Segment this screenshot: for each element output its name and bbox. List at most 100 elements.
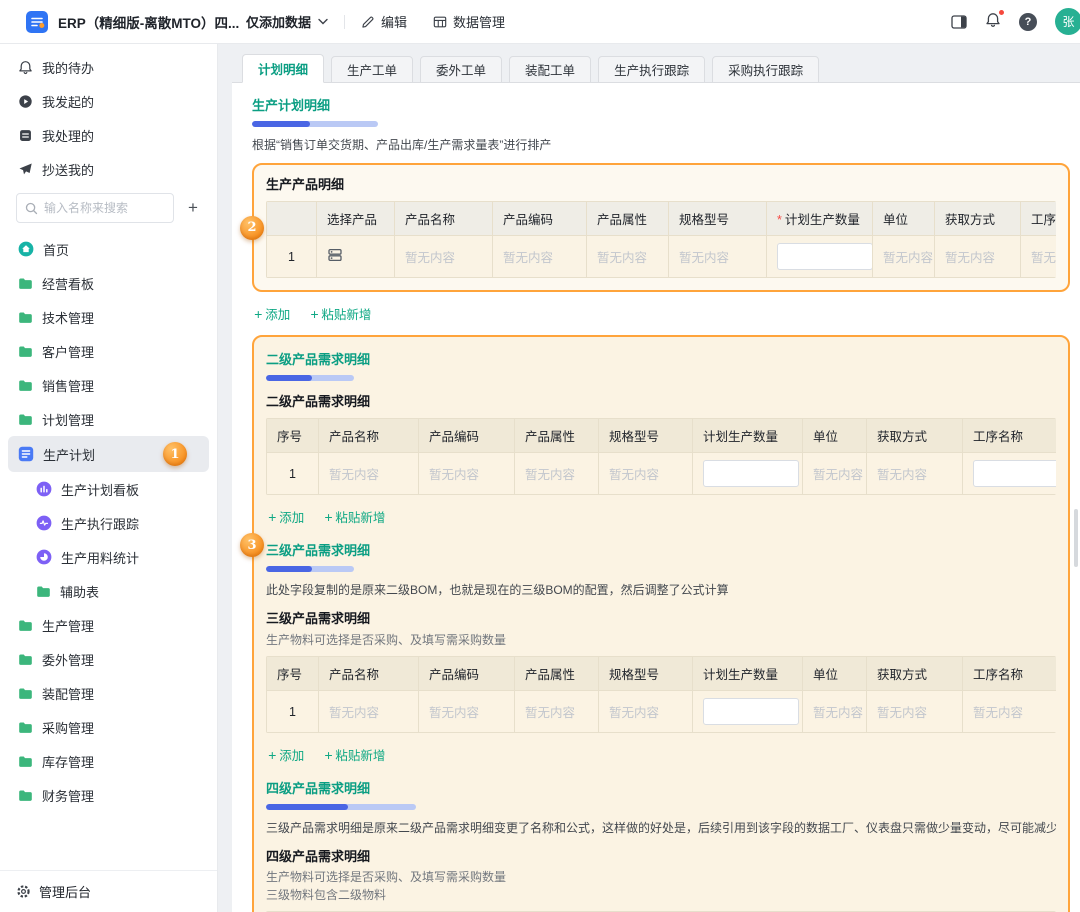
add-data-mode-button[interactable]: 仅添加数据 — [246, 12, 328, 31]
plus-icon — [324, 509, 332, 525]
tab-outsource-order[interactable]: 委外工单 — [420, 56, 502, 83]
col-header: 计划生产数量 — [693, 419, 803, 453]
paste-add-button[interactable]: 粘贴新增 — [324, 745, 385, 764]
cell-empty: 暂无内容 — [935, 236, 1021, 278]
plan-products-table: 选择产品 产品名称 产品编码 产品属性 规格型号 *计划生产数量 单位 获取方式… — [266, 201, 1056, 278]
search-icon — [25, 202, 38, 215]
paste-add-label: 粘贴新增 — [335, 507, 385, 526]
cell-empty: 暂无内容 — [419, 453, 515, 495]
add-row-button[interactable]: 添加 — [268, 745, 304, 764]
sidebar-item-outsource-manage[interactable]: 委外管理 — [0, 642, 217, 676]
tab-assembly-order[interactable]: 装配工单 — [509, 56, 591, 83]
sidebar-item-sales-manage[interactable]: 销售管理 — [0, 368, 217, 402]
sidebar: 我的待办 我发起的 我处理的 抄送我的 — [0, 44, 218, 912]
paste-add-button[interactable]: 粘贴新增 — [324, 507, 385, 526]
l3-actions: 添加 粘贴新增 — [268, 745, 1054, 764]
sidebar-item-finance-manage[interactable]: 财务管理 — [0, 778, 217, 812]
cell-empty: 暂无内容 — [963, 691, 1057, 733]
topbar-actions: 仅添加数据 编辑 数据管理 — [246, 12, 531, 31]
sidebar-item-tech-manage[interactable]: 技术管理 — [0, 300, 217, 334]
col-header: 规格型号 — [669, 202, 767, 236]
sidebar-item-my-todo[interactable]: 我的待办 — [0, 50, 217, 84]
data-manage-button[interactable]: 数据管理 — [433, 12, 505, 31]
folder-icon — [18, 687, 33, 700]
sidebar-item-business-dashboard[interactable]: 经营看板 — [0, 266, 217, 300]
col-header: 单位 — [803, 657, 867, 691]
cell-empty: 暂无内容 — [515, 691, 599, 733]
sidebar-item-label: 销售管理 — [42, 376, 94, 395]
sidebar-item-inventory-manage[interactable]: 库存管理 — [0, 744, 217, 778]
panel-toggle-icon[interactable] — [951, 15, 967, 29]
l2-qty-input[interactable] — [703, 460, 799, 487]
sidebar-item-assembly-manage[interactable]: 装配管理 — [0, 676, 217, 710]
tab-production-order[interactable]: 生产工单 — [331, 56, 413, 83]
cell-empty: 暂无内容 — [515, 453, 599, 495]
sidebar-item-label: 技术管理 — [42, 308, 94, 327]
add-new-button[interactable] — [181, 196, 205, 220]
folder-icon — [18, 653, 33, 666]
sidebar-item-label: 财务管理 — [42, 786, 94, 805]
edit-button[interactable]: 编辑 — [361, 12, 407, 31]
plan-qty-input[interactable] — [777, 243, 873, 270]
sidebar-item-plan-manage[interactable]: 计划管理 — [0, 402, 217, 436]
plus-icon — [254, 306, 262, 322]
cell-row-number: 1 — [267, 453, 319, 495]
search-box[interactable] — [16, 193, 174, 223]
cell-row-number: 1 — [267, 236, 317, 278]
table-row: 1 暂无内容 暂无内容 暂无内容 暂无内容 暂无内容 暂无内容 暂无内容 — [267, 691, 1057, 733]
sidebar-item-production-manage[interactable]: 生产管理 — [0, 608, 217, 642]
sidebar-item-plan-kanban[interactable]: 生产计划看板 — [0, 472, 217, 506]
paste-add-button[interactable]: 粘贴新增 — [310, 304, 371, 323]
tab-plan-detail[interactable]: 计划明细 — [242, 54, 324, 83]
scrollbar-thumb[interactable] — [1074, 509, 1078, 567]
section-title-l2: 二级产品需求明细 — [266, 349, 1056, 368]
l2-actions: 添加 粘贴新增 — [268, 507, 1054, 526]
sidebar-search-row — [0, 186, 217, 232]
col-header: 产品属性 — [587, 202, 669, 236]
add-row-button[interactable]: 添加 — [254, 304, 290, 323]
sidebar-item-cc-to-me[interactable]: 抄送我的 — [0, 152, 217, 186]
cell-empty: 暂无内容 — [867, 691, 963, 733]
sidebar-item-purchase-manage[interactable]: 采购管理 — [0, 710, 217, 744]
mode-button-label: 仅添加数据 — [246, 12, 311, 31]
tab-exec-tracking[interactable]: 生产执行跟踪 — [598, 56, 705, 83]
subform-note1-l4: 生产物料可选择是否采购、及填写需采购数量 — [266, 868, 1056, 885]
add-row-button[interactable]: 添加 — [268, 507, 304, 526]
avatar[interactable]: 张 — [1055, 8, 1080, 35]
cell-empty: 暂无内容 — [319, 453, 419, 495]
sidebar-item-material-stats[interactable]: 生产用料统计 — [0, 540, 217, 574]
cell-empty: 暂无内容 — [873, 236, 935, 278]
col-header: 工序名称 — [963, 419, 1057, 453]
col-header: 产品编码 — [493, 202, 587, 236]
col-header: 产品编码 — [419, 657, 515, 691]
sidebar-item-aux-tables[interactable]: 辅助表 — [0, 574, 217, 608]
form-panel: 生产计划明细 根据“销售订单交货期、产品出库/生产需求量表”进行排产 2 生产产… — [232, 82, 1080, 912]
col-header: 序号 — [267, 419, 319, 453]
sidebar-item-home[interactable]: 首页 — [0, 232, 217, 266]
tab-purchase-tracking[interactable]: 采购执行跟踪 — [712, 56, 819, 83]
col-header: 工序名称 — [1021, 202, 1057, 236]
cell-empty: 暂无内容 — [599, 453, 693, 495]
plus-icon — [268, 747, 276, 763]
l3-qty-input[interactable] — [703, 698, 799, 725]
sidebar-item-customer-manage[interactable]: 客户管理 — [0, 334, 217, 368]
sidebar-item-label: 生产计划看板 — [61, 480, 139, 499]
help-button[interactable]: ? — [1019, 13, 1037, 31]
sidebar-item-my-handled[interactable]: 我处理的 — [0, 118, 217, 152]
l2-process-input[interactable] — [973, 460, 1056, 487]
admin-backend-button[interactable]: 管理后台 — [0, 870, 217, 912]
col-header: 产品名称 — [319, 657, 419, 691]
col-header: 规格型号 — [599, 657, 693, 691]
plus-icon — [310, 306, 318, 322]
col-header: 获取方式 — [867, 657, 963, 691]
subform-note-l3: 生产物料可选择是否采购、及填写需采购数量 — [266, 631, 1056, 648]
search-input[interactable] — [44, 201, 165, 215]
sidebar-item-production-plan[interactable]: 生产计划 1 — [8, 436, 209, 472]
sidebar-item-label: 装配管理 — [42, 684, 94, 703]
col-header: 产品编码 — [419, 419, 515, 453]
sidebar-item-my-initiated[interactable]: 我发起的 — [0, 84, 217, 118]
cell-empty: 暂无内容 — [803, 691, 867, 733]
notifications-button[interactable] — [985, 12, 1001, 31]
select-product-icon[interactable] — [327, 247, 343, 263]
sidebar-item-exec-tracking[interactable]: 生产执行跟踪 — [0, 506, 217, 540]
